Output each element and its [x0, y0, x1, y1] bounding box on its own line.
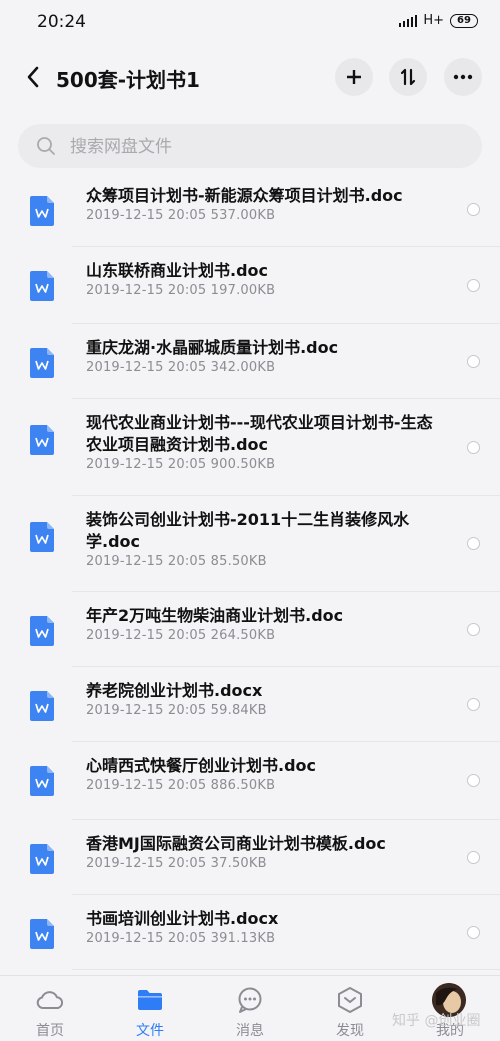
add-button[interactable] [335, 58, 373, 96]
file-meta: 2019-12-15 20:05 900.50KB [86, 457, 276, 472]
back-button[interactable] [16, 60, 50, 94]
tab-files[interactable]: 文件 [100, 976, 200, 1041]
tab-files-label: 文件 [136, 1023, 164, 1039]
select-radio[interactable] [467, 622, 480, 636]
more-icon [453, 74, 473, 80]
header: 500套-计划书1 [0, 46, 500, 112]
tab-home[interactable]: 首页 [0, 976, 100, 1041]
folder-icon [135, 985, 165, 1015]
sort-button[interactable] [389, 58, 427, 96]
watermark: 知乎 @创业圈 [392, 1013, 481, 1029]
discover-icon [335, 985, 365, 1015]
select-radio[interactable] [467, 202, 480, 216]
file-meta: 2019-12-15 20:05 537.00KB [86, 208, 276, 223]
file-list: 众筹项目计划书-新能源众筹项目计划书.doc 2019-12-15 20:05 5… [0, 172, 500, 970]
sort-icon [400, 68, 416, 86]
cloud-icon [35, 985, 65, 1015]
file-meta: 2019-12-15 20:05 264.50KB [86, 628, 276, 643]
file-name: 年产2万吨生物柴油商业计划书.doc [86, 606, 344, 625]
doc-file-icon [30, 919, 54, 949]
more-button[interactable] [444, 58, 482, 96]
tab-messages-label: 消息 [236, 1023, 264, 1039]
file-meta: 2019-12-15 20:05 37.50KB [86, 856, 267, 871]
search-bar[interactable] [18, 124, 482, 170]
file-row[interactable]: 众筹项目计划书-新能源众筹项目计划书.doc 2019-12-15 20:05 5… [0, 172, 500, 247]
file-row[interactable]: 心晴西式快餐厅创业计划书.doc 2019-12-15 20:05 886.50K… [0, 742, 500, 820]
file-row[interactable]: 书画培训创业计划书.docx 2019-12-15 20:05 391.13KB [0, 895, 500, 970]
file-row[interactable]: 山东联桥商业计划书.doc 2019-12-15 20:05 197.00KB [0, 247, 500, 324]
tab-discover-label: 发现 [336, 1023, 364, 1039]
plus-icon [347, 70, 361, 84]
status-time: 20:24 [37, 12, 86, 32]
tab-messages[interactable]: 消息 [200, 976, 300, 1041]
select-radio[interactable] [467, 697, 480, 711]
doc-file-icon [30, 766, 54, 796]
file-name: 山东联桥商业计划书.doc [86, 261, 269, 280]
file-name: 现代农业商业计划书---现代农业项目计划书-生态农业项目融资计划书.doc [86, 413, 433, 454]
select-radio[interactable] [467, 354, 480, 368]
file-meta: 2019-12-15 20:05 59.84KB [86, 703, 267, 718]
select-radio[interactable] [467, 440, 480, 454]
file-meta: 2019-12-15 20:05 197.00KB [86, 283, 276, 298]
file-meta: 2019-12-15 20:05 886.50KB [86, 778, 276, 793]
doc-file-icon [30, 196, 54, 226]
network-type: H+ [423, 13, 444, 28]
row-divider [72, 969, 500, 970]
file-row[interactable]: 养老院创业计划书.docx 2019-12-15 20:05 59.84KB [0, 667, 500, 742]
file-name: 香港MJ国际融资公司商业计划书模板.doc [86, 834, 386, 853]
select-radio[interactable] [467, 278, 480, 292]
chat-icon [235, 985, 265, 1015]
doc-file-icon [30, 522, 54, 552]
file-name: 装饰公司创业计划书-2011十二生肖装修风水学.doc [86, 510, 410, 551]
file-meta: 2019-12-15 20:05 391.13KB [86, 931, 276, 946]
tab-discover[interactable]: 发现 [300, 976, 400, 1041]
file-row[interactable]: 重庆龙湖·水晶郦城质量计划书.doc 2019-12-15 20:05 342.0… [0, 324, 500, 399]
file-row[interactable]: 装饰公司创业计划书-2011十二生肖装修风水学.doc 2019-12-15 20… [0, 496, 500, 592]
file-name: 众筹项目计划书-新能源众筹项目计划书.doc [86, 186, 403, 205]
file-name: 重庆龙湖·水晶郦城质量计划书.doc [86, 338, 339, 357]
file-row[interactable]: 香港MJ国际融资公司商业计划书模板.doc 2019-12-15 20:05 37… [0, 820, 500, 895]
status-indicators: H+ 69 [399, 13, 478, 28]
search-input[interactable] [68, 124, 472, 170]
battery-icon: 69 [450, 13, 478, 28]
file-row[interactable]: 年产2万吨生物柴油商业计划书.doc 2019-12-15 20:05 264.5… [0, 592, 500, 667]
search-icon [37, 137, 55, 155]
doc-file-icon [30, 425, 54, 455]
doc-file-icon [30, 348, 54, 378]
file-meta: 2019-12-15 20:05 85.50KB [86, 554, 267, 569]
file-meta: 2019-12-15 20:05 342.00KB [86, 360, 276, 375]
file-name: 心晴西式快餐厅创业计划书.doc [86, 756, 317, 775]
select-radio[interactable] [467, 850, 480, 864]
doc-file-icon [30, 616, 54, 646]
file-name: 养老院创业计划书.docx [86, 681, 263, 700]
doc-file-icon [30, 691, 54, 721]
doc-file-icon [30, 271, 54, 301]
page-title: 500套-计划书1 [56, 68, 200, 92]
chevron-left-icon [27, 66, 39, 88]
doc-file-icon [30, 844, 54, 874]
tab-home-label: 首页 [36, 1023, 64, 1039]
status-bar: 20:24 H+ 69 [0, 0, 500, 46]
select-radio[interactable] [467, 774, 480, 787]
select-radio[interactable] [467, 537, 480, 550]
select-radio[interactable] [467, 925, 480, 939]
file-name: 书画培训创业计划书.docx [86, 909, 279, 928]
signal-icon [399, 14, 418, 27]
file-row[interactable]: 现代农业商业计划书---现代农业项目计划书-生态农业项目融资计划书.doc 201… [0, 399, 500, 496]
tab-bar: 首页 文件 消息 发现 我的 [0, 975, 500, 1041]
